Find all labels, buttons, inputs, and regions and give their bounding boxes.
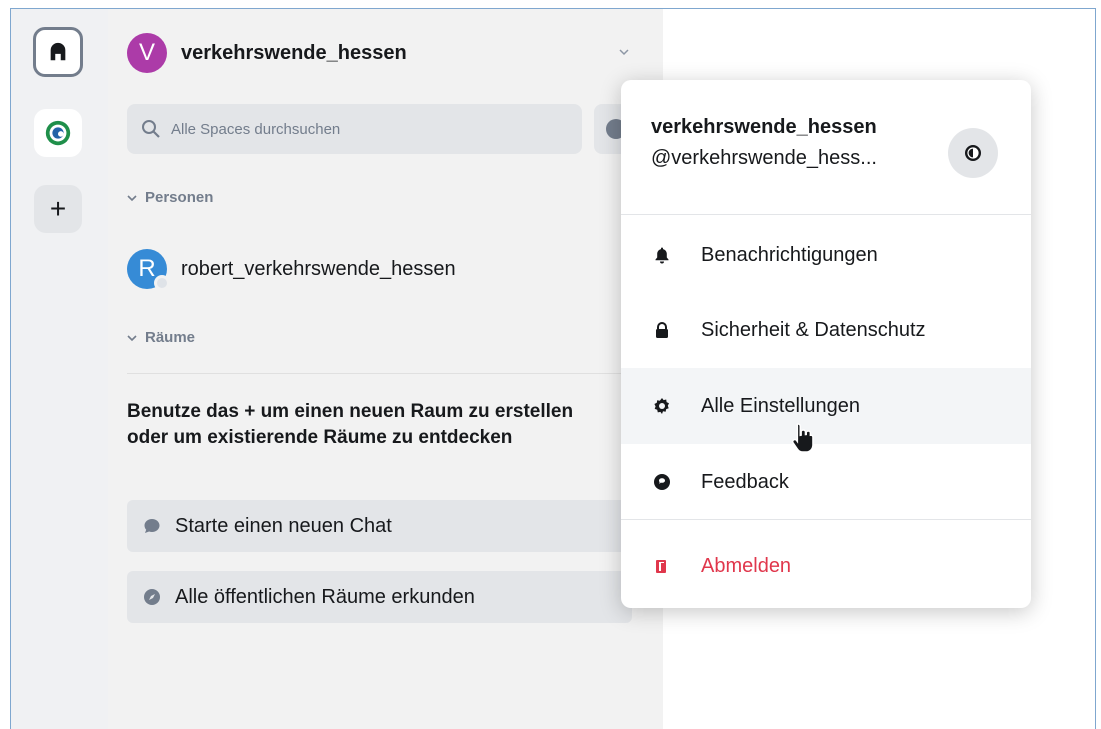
chevron-down-icon[interactable]	[619, 47, 629, 57]
section-header-rooms[interactable]: Räume	[127, 329, 195, 346]
presence-indicator	[154, 275, 170, 291]
space-avatar: V	[127, 33, 167, 73]
menu-user-name: verkehrswende_hessen	[651, 116, 877, 138]
new-chat-button[interactable]: Starte einen neuen Chat	[127, 500, 632, 552]
bell-icon	[655, 247, 669, 264]
search-input[interactable]: Alle Spaces durchsuchen	[127, 104, 582, 154]
section-label: Personen	[145, 189, 214, 206]
menu-user-info: verkehrswende_hessen @verkehrswende_hess…	[651, 116, 877, 170]
search-placeholder: Alle Spaces durchsuchen	[171, 120, 341, 138]
menu-item-label: Benachrichtigungen	[701, 243, 878, 266]
new-chat-label: Starte einen neuen Chat	[175, 514, 392, 537]
hand-cursor-icon	[791, 423, 814, 453]
menu-item-label: Abmelden	[701, 554, 792, 577]
chevron-down-icon	[127, 334, 137, 341]
menu-item-all-settings[interactable]: Alle Einstellungen	[621, 368, 1031, 444]
home-icon	[50, 42, 66, 61]
avatar-letter: R	[138, 255, 156, 282]
menu-item-feedback[interactable]: Feedback	[621, 444, 1031, 520]
gear-icon	[654, 398, 669, 414]
theme-contrast-icon	[965, 145, 981, 161]
space-logo	[45, 120, 71, 146]
divider	[127, 373, 637, 374]
empty-rooms-hint: Benutze das + um einen neuen Raum zu ers…	[127, 401, 574, 448]
space-name: verkehrswende_hessen	[181, 41, 407, 64]
menu-divider	[621, 214, 1031, 215]
logout-icon	[656, 560, 666, 573]
search-icon	[142, 120, 160, 138]
menu-item-label: Alle Einstellungen	[701, 394, 860, 417]
menu-item-label: Feedback	[701, 470, 789, 493]
menu-item-label: Sicherheit & Datenschutz	[701, 318, 926, 341]
menu-item-security[interactable]: Sicherheit & Datenschutz	[621, 292, 1031, 368]
compass-icon	[144, 589, 160, 605]
theme-toggle-button[interactable]	[948, 128, 998, 178]
user-context-menu: verkehrswende_hessen @verkehrswende_hess…	[621, 80, 1031, 608]
space-button[interactable]	[34, 109, 82, 157]
menu-user-handle: @verkehrswende_hess...	[651, 147, 877, 169]
lock-icon	[656, 322, 668, 338]
explore-rooms-button[interactable]: Alle öffentlichen Räume erkunden	[127, 571, 632, 623]
create-space-button[interactable]: +	[34, 185, 82, 233]
menu-item-notifications[interactable]: Benachrichtigungen	[621, 217, 1031, 293]
explore-rooms-label: Alle öffentlichen Räume erkunden	[175, 585, 475, 608]
list-item[interactable]: R robert_verkehrswende_hessen	[127, 247, 456, 291]
feedback-icon	[654, 474, 670, 490]
space-rail: +	[11, 9, 108, 729]
chevron-down-icon	[127, 194, 137, 201]
person-name: robert_verkehrswende_hessen	[181, 257, 456, 280]
app-window: + V verkehrswende_hessen Alle Spaces dur…	[10, 8, 1096, 729]
chat-bubble-icon	[144, 519, 160, 533]
menu-divider	[621, 519, 1031, 520]
menu-item-logout[interactable]: Abmelden	[621, 528, 1031, 604]
space-header[interactable]: V verkehrswende_hessen	[127, 31, 637, 75]
room-list-panel: V verkehrswende_hessen Alle Spaces durch…	[108, 9, 663, 729]
section-header-people[interactable]: Personen	[127, 189, 213, 206]
section-label: Räume	[145, 329, 196, 346]
avatar: R	[127, 249, 170, 291]
home-space-button[interactable]	[33, 27, 83, 77]
